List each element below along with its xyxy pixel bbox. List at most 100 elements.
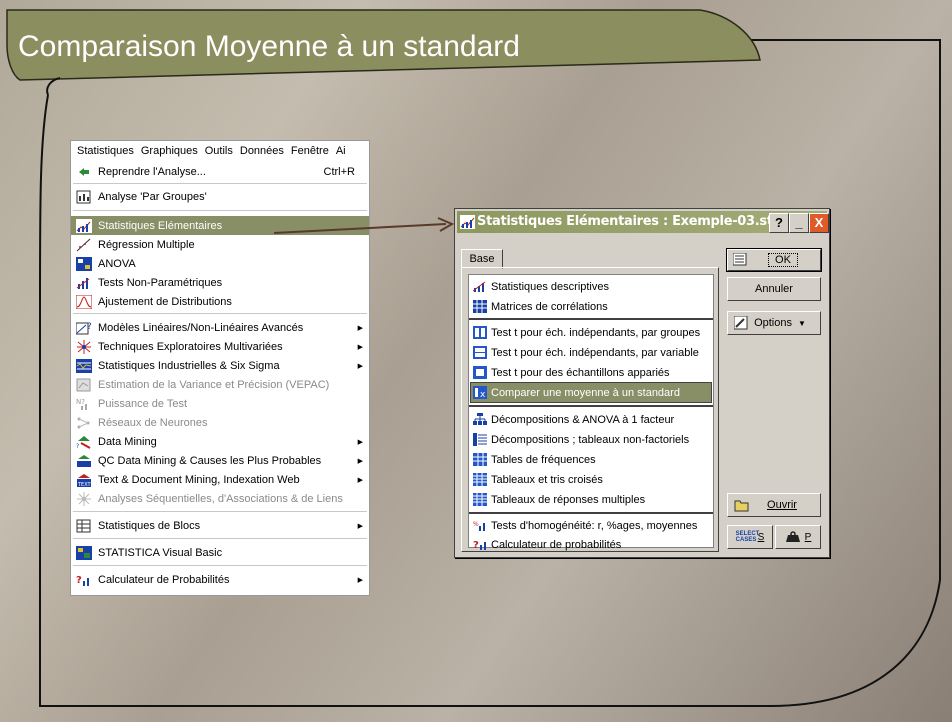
- menu-item-industrielles[interactable]: Statistiques Industrielles & Six Sigma ▶: [71, 356, 369, 375]
- menubar-fenetre[interactable]: Fenêtre: [291, 145, 329, 157]
- close-button[interactable]: X: [809, 213, 829, 233]
- qc-icon: [76, 454, 92, 468]
- submenu-arrow-icon: ▶: [357, 438, 363, 446]
- menubar-graphiques[interactable]: Graphiques: [141, 145, 198, 157]
- list-item-frequences[interactable]: Tables de fréquences: [471, 450, 711, 469]
- compare-mean-icon: x: [473, 386, 487, 400]
- list-item-calculateur[interactable]: ? Calculateur de probabilités: [471, 535, 711, 554]
- menu-item-modeles[interactable]: ? Modèles Linéaires/Non-Linéaires Avancé…: [71, 318, 369, 337]
- breakdown-anova-icon: [473, 413, 487, 426]
- menu-item-vepac: Estimation de la Variance et Précision (…: [71, 375, 369, 394]
- submenu-arrow-icon: ▶: [357, 343, 363, 351]
- svg-text:?: ?: [473, 540, 479, 551]
- menu-separator: [73, 210, 367, 211]
- weight-icon: [785, 531, 800, 542]
- menu-item-data-mining[interactable]: ? Data Mining ▶: [71, 432, 369, 451]
- submenu-arrow-icon: ▶: [357, 476, 363, 484]
- list-item-ttest-variable[interactable]: Test t pour éch. indépendants, par varia…: [471, 343, 711, 362]
- menu-item-non-parametriques[interactable]: Tests Non-Paramétriques: [71, 273, 369, 292]
- submenu-arrow-icon: ▶: [357, 457, 363, 465]
- menu-item-text-mining[interactable]: TEXT Text & Document Mining, Indexation …: [71, 470, 369, 489]
- menubar-donnees[interactable]: Données: [240, 145, 284, 157]
- frequency-table-icon: [473, 453, 487, 466]
- probability-icon: ?: [76, 573, 92, 587]
- list-item-ttest-groupes[interactable]: Test t pour éch. indépendants, par group…: [471, 323, 711, 342]
- select-cases-icon: SELECT CASES: [735, 531, 760, 543]
- menu-separator: [73, 313, 367, 314]
- menu-item-multivariees[interactable]: Techniques Exploratoires Multivariées ▶: [71, 337, 369, 356]
- menu-item-sequentielles: Analyses Séquentielles, d'Associations &…: [71, 489, 369, 508]
- list-item-homogeneite[interactable]: % Tests d'homogénéité: r, %ages, moyenne…: [471, 516, 711, 535]
- select-cases-button[interactable]: SELECT CASES S: [727, 525, 773, 549]
- ok-icon: [733, 253, 747, 266]
- menu-item-regression[interactable]: Régression Multiple: [71, 235, 369, 254]
- menu-item-blocs[interactable]: Statistiques de Blocs ▶: [71, 516, 369, 535]
- svg-text:TEXT: TEXT: [77, 482, 92, 487]
- list-item-comparer-moyenne[interactable]: x Comparer une moyenne à un standard: [470, 382, 712, 403]
- options-button[interactable]: Options ▼: [727, 311, 821, 335]
- list-item-decompositions-anova[interactable]: Décompositions & ANOVA à 1 facteur: [471, 410, 711, 429]
- list-item-reponses-multiples[interactable]: Tableaux de réponses multiples: [471, 490, 711, 509]
- breakdown-table-icon: [473, 433, 487, 446]
- menubar-aide[interactable]: Ai: [336, 145, 346, 157]
- ttest-groups-icon: [473, 326, 487, 339]
- list-item-decompositions-tableaux[interactable]: Décompositions ; tableaux non-factoriels: [471, 430, 711, 449]
- svg-text:?: ?: [87, 322, 92, 332]
- ttest-paired-icon: [473, 366, 487, 379]
- menu-item-anova[interactable]: ANOVA: [71, 254, 369, 273]
- nonparametric-icon: [76, 276, 92, 290]
- svg-text:x: x: [480, 390, 486, 399]
- menubar-statistiques[interactable]: Statistiques: [77, 145, 134, 157]
- list-item-descriptives[interactable]: Statistiques descriptives: [471, 277, 711, 296]
- neural-icon: [76, 416, 92, 430]
- distribution-icon: [75, 294, 93, 309]
- ok-button[interactable]: OK: [726, 248, 822, 272]
- svg-text:N?: N?: [76, 398, 85, 406]
- multivariate-icon: [76, 339, 92, 354]
- list-item-ttest-apparies[interactable]: Test t pour des échantillons appariés: [471, 363, 711, 382]
- block-stats-icon: [76, 519, 92, 533]
- open-button[interactable]: Ouvrir: [727, 493, 821, 517]
- sequence-icon: [76, 491, 92, 506]
- dialog-titlebar[interactable]: Statistiques Elémentaires : Exemple-03.s…: [457, 211, 829, 233]
- menu-item-puissance: N? Puissance de Test: [76, 397, 188, 410]
- list-separator: [469, 512, 713, 514]
- menubar-outils[interactable]: Outils: [205, 145, 233, 157]
- shortcut-label: Ctrl+R: [323, 165, 355, 178]
- menu-item-visual-basic[interactable]: STATISTICA Visual Basic: [71, 543, 369, 562]
- slide-title: Comparaison Moyenne à un standard: [18, 30, 520, 63]
- menubar: Statistiques Graphiques Outils Données F…: [71, 141, 369, 161]
- submenu-arrow-icon: ▶: [357, 522, 363, 530]
- anova-icon: [76, 256, 92, 271]
- connector-arrow-icon: [274, 217, 455, 234]
- help-button[interactable]: ?: [769, 213, 789, 233]
- menu-item-qc-data-mining[interactable]: QC Data Mining & Causes les Plus Probabl…: [71, 451, 369, 470]
- list-separator: [469, 405, 713, 407]
- minimize-button[interactable]: _: [789, 213, 809, 233]
- ttest-variable-icon: [473, 346, 487, 359]
- homogeneity-icon: %: [473, 519, 487, 532]
- submenu-arrow-icon: ▶: [357, 324, 363, 332]
- list-item-tris-croises[interactable]: Tableaux et tris croisés: [471, 470, 711, 489]
- submenu-arrow-icon: ▶: [357, 576, 363, 584]
- models-icon: ?: [75, 321, 92, 335]
- cancel-button[interactable]: Annuler: [727, 277, 821, 301]
- options-icon: [734, 316, 748, 330]
- dialog-title: Statistiques Elémentaires : Exemple-03.s…: [477, 214, 782, 229]
- menu-separator: [73, 565, 367, 566]
- descriptive-stats-icon: [472, 280, 487, 293]
- menu-item-par-groupes[interactable]: Analyse 'Par Groupes': [71, 187, 369, 206]
- list-separator: [469, 318, 713, 320]
- tab-base[interactable]: Base: [461, 249, 503, 269]
- visual-basic-icon: [76, 545, 92, 560]
- menu-item-distributions[interactable]: Ajustement de Distributions: [71, 292, 369, 311]
- list-item-correlations[interactable]: Matrices de corrélations: [471, 297, 711, 316]
- menu-item-reprendre[interactable]: Reprendre l'Analyse... Ctrl+R: [71, 162, 369, 181]
- basic-stats-icon: [460, 215, 475, 229]
- resume-icon: [76, 165, 92, 179]
- weight-button[interactable]: P: [775, 525, 821, 549]
- svg-text:?: ?: [76, 575, 82, 586]
- basic-statistics-dialog: Statistiques Elémentaires : Exemple-03.s…: [454, 208, 830, 558]
- menu-separator: [73, 183, 367, 184]
- menu-item-calculateur[interactable]: ? Calculateur de Probabilités ▶: [71, 570, 369, 589]
